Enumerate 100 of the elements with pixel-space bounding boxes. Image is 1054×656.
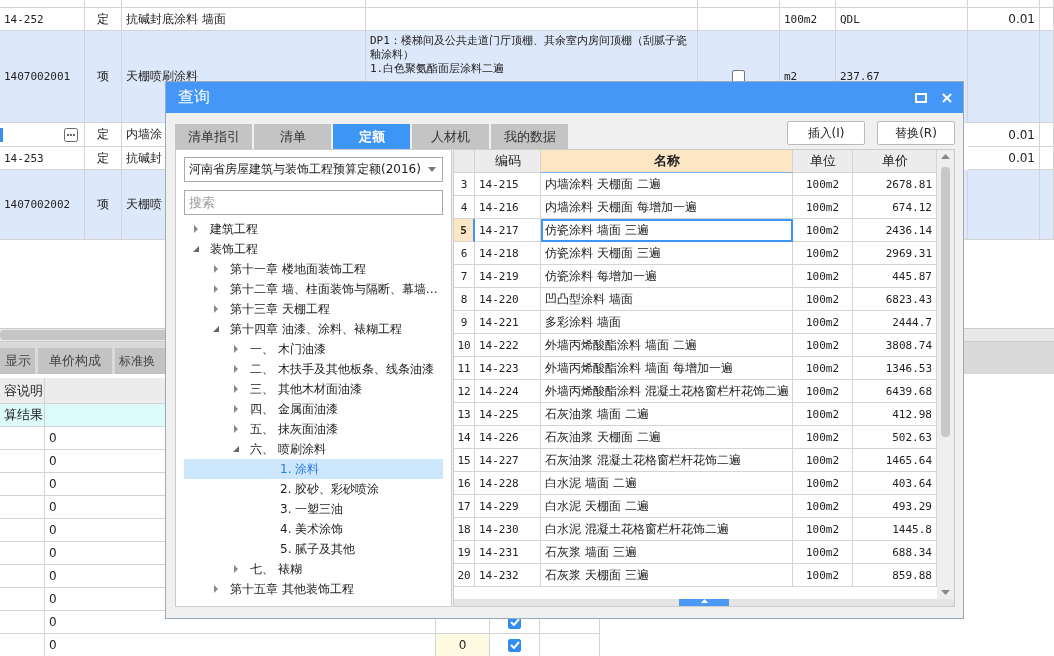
- table-cell[interactable]: 100m2: [793, 288, 853, 311]
- table-cell[interactable]: 100m2: [793, 449, 853, 472]
- table-cell[interactable]: 100m2: [793, 265, 853, 288]
- table-cell[interactable]: 14-223: [475, 357, 541, 380]
- description-text: DP1：楼梯间及公共走道门厅顶棚、其余室内房间顶棚（刮腻子瓷釉涂料）: [370, 34, 688, 62]
- table-cell[interactable]: 100m2: [793, 219, 853, 242]
- table-cell[interactable]: 100m2: [793, 380, 853, 403]
- table-cell[interactable]: 14-224: [475, 380, 541, 403]
- table-cell[interactable]: 内墙涂料 天棚面 每增加一遍: [541, 196, 793, 219]
- table-cell[interactable]: 14-218: [475, 242, 541, 265]
- maximize-icon[interactable]: [915, 91, 927, 104]
- table-cell[interactable]: 仿瓷涂料 每增加一遍: [541, 265, 793, 288]
- table-cell[interactable]: 14-232: [475, 564, 541, 587]
- table-cell: [0, 450, 45, 473]
- table-cell[interactable]: 外墙丙烯酸酯涂料 混凝土花格窗栏杆花饰二遍: [541, 380, 793, 403]
- collapse-arrow-icon[interactable]: [212, 325, 220, 333]
- table-cell[interactable]: 14-230: [475, 518, 541, 541]
- expand-arrow-icon[interactable]: [212, 265, 220, 273]
- tree-item[interactable]: 第十四章 油漆、涂料、裱糊工程: [184, 319, 443, 339]
- collapse-arrow-icon[interactable]: [192, 245, 200, 253]
- table-cell[interactable]: 100m2: [793, 495, 853, 518]
- scrollbar-thumb[interactable]: [941, 167, 950, 437]
- action-button[interactable]: 替换(R): [877, 121, 955, 145]
- table-cell[interactable]: 14-219: [475, 265, 541, 288]
- table-cell[interactable]: 100m2: [793, 564, 853, 587]
- table-cell[interactable]: 100m2: [793, 472, 853, 495]
- tree-item[interactable]: 四、 金属面油漆: [184, 399, 443, 419]
- table-cell[interactable]: 内墙涂料 天棚面 二遍: [541, 173, 793, 196]
- more-button[interactable]: [64, 127, 78, 142]
- expand-arrow-icon[interactable]: [212, 285, 220, 293]
- table-cell[interactable]: 100m2: [793, 173, 853, 196]
- table-cell: [0, 496, 45, 519]
- table-cell[interactable]: 石灰油浆 墙面 二遍: [541, 403, 793, 426]
- expand-arrow-icon[interactable]: [232, 425, 240, 433]
- table-cell[interactable]: 14-222: [475, 334, 541, 357]
- table-cell[interactable]: 石灰浆 天棚面 三遍: [541, 564, 793, 587]
- table-cell[interactable]: 凹凸型涂料 墙面: [541, 288, 793, 311]
- search-field[interactable]: 搜索: [184, 190, 443, 215]
- collapse-arrow-icon[interactable]: [232, 445, 240, 453]
- action-button[interactable]: 插入(I): [787, 121, 865, 145]
- tab[interactable]: 清单: [254, 124, 331, 149]
- tab[interactable]: 显示: [0, 348, 35, 374]
- column-header[interactable]: 单位: [793, 150, 853, 173]
- expand-arrow-icon[interactable]: [232, 405, 240, 413]
- tree-item[interactable]: 第十二章 墙、柱面装饰与隔断、幕墙…: [184, 279, 443, 299]
- table-cell[interactable]: 100m2: [793, 242, 853, 265]
- scroll-down-arrow-icon[interactable]: [941, 590, 950, 595]
- tab[interactable]: 清单指引: [175, 124, 252, 149]
- table-cell[interactable]: 100m2: [793, 518, 853, 541]
- expand-arrow-icon[interactable]: [192, 225, 200, 233]
- table-cell[interactable]: 14-227: [475, 449, 541, 472]
- table-cell[interactable]: 白水泥 天棚面 二遍: [541, 495, 793, 518]
- tab[interactable]: 单价构成: [38, 348, 112, 374]
- tree-item[interactable]: 装饰工程: [184, 239, 443, 259]
- table-cell[interactable]: 100m2: [793, 426, 853, 449]
- splitter-handle[interactable]: [679, 599, 729, 606]
- table-cell[interactable]: 14-229: [475, 495, 541, 518]
- table-cell[interactable]: 外墙丙烯酸酯涂料 墙面 二遍: [541, 334, 793, 357]
- table-cell[interactable]: 仿瓷涂料 天棚面 三遍: [541, 242, 793, 265]
- table-cell[interactable]: 石灰油浆 天棚面 二遍: [541, 426, 793, 449]
- tree-item[interactable]: 三、 其他木材面油漆: [184, 379, 443, 399]
- table-cell[interactable]: 100m2: [793, 403, 853, 426]
- row-number: 10: [454, 334, 475, 357]
- table-cell[interactable]: 白水泥 墙面 二遍: [541, 472, 793, 495]
- tab[interactable]: 我的数据: [491, 124, 568, 149]
- table-cell[interactable]: 14-217: [475, 219, 541, 242]
- table-cell[interactable]: 仿瓷涂料 墙面 三遍: [541, 219, 793, 242]
- table-cell[interactable]: 100m2: [793, 357, 853, 380]
- caret-icon: [428, 167, 436, 172]
- table-cell[interactable]: 14-216: [475, 196, 541, 219]
- expand-arrow-icon[interactable]: [232, 365, 240, 373]
- table-cell[interactable]: 14-228: [475, 472, 541, 495]
- expand-arrow-icon[interactable]: [232, 565, 240, 573]
- table-cell[interactable]: 14-221: [475, 311, 541, 334]
- table-cell[interactable]: 100m2: [793, 311, 853, 334]
- tree-item[interactable]: 第十三章 天棚工程: [184, 299, 443, 319]
- table-cell[interactable]: 14-215: [475, 173, 541, 196]
- table-cell[interactable]: 14-231: [475, 541, 541, 564]
- tree-item[interactable]: 第十一章 楼地面装饰工程: [184, 259, 443, 279]
- tab[interactable]: 人材机: [412, 124, 489, 149]
- table-cell[interactable]: 14-225: [475, 403, 541, 426]
- close-icon[interactable]: [941, 91, 953, 104]
- table-cell[interactable]: 石灰浆 墙面 三遍: [541, 541, 793, 564]
- table-cell[interactable]: 外墙丙烯酸酯涂料 墙面 每增加一遍: [541, 357, 793, 380]
- table-cell[interactable]: 100m2: [793, 334, 853, 357]
- column-header[interactable]: 名称: [541, 150, 793, 173]
- library-dropdown[interactable]: 河南省房屋建筑与装饰工程预算定额(2016): [184, 157, 443, 182]
- expand-arrow-icon[interactable]: [212, 585, 220, 593]
- scroll-up-arrow-icon[interactable]: [941, 154, 950, 159]
- table-cell[interactable]: 14-220: [475, 288, 541, 311]
- table-cell[interactable]: 多彩涂料 墙面: [541, 311, 793, 334]
- expand-arrow-icon[interactable]: [232, 385, 240, 393]
- table-cell[interactable]: 100m2: [793, 541, 853, 564]
- table-cell[interactable]: 100m2: [793, 196, 853, 219]
- table-cell[interactable]: 石灰油浆 混凝土花格窗栏杆花饰二遍: [541, 449, 793, 472]
- checkbox[interactable]: [508, 638, 521, 652]
- table-cell[interactable]: 白水泥 混凝土花格窗栏杆花饰二遍: [541, 518, 793, 541]
- expand-arrow-icon[interactable]: [212, 305, 220, 313]
- expand-arrow-icon[interactable]: [232, 345, 240, 353]
- table-cell[interactable]: 14-226: [475, 426, 541, 449]
